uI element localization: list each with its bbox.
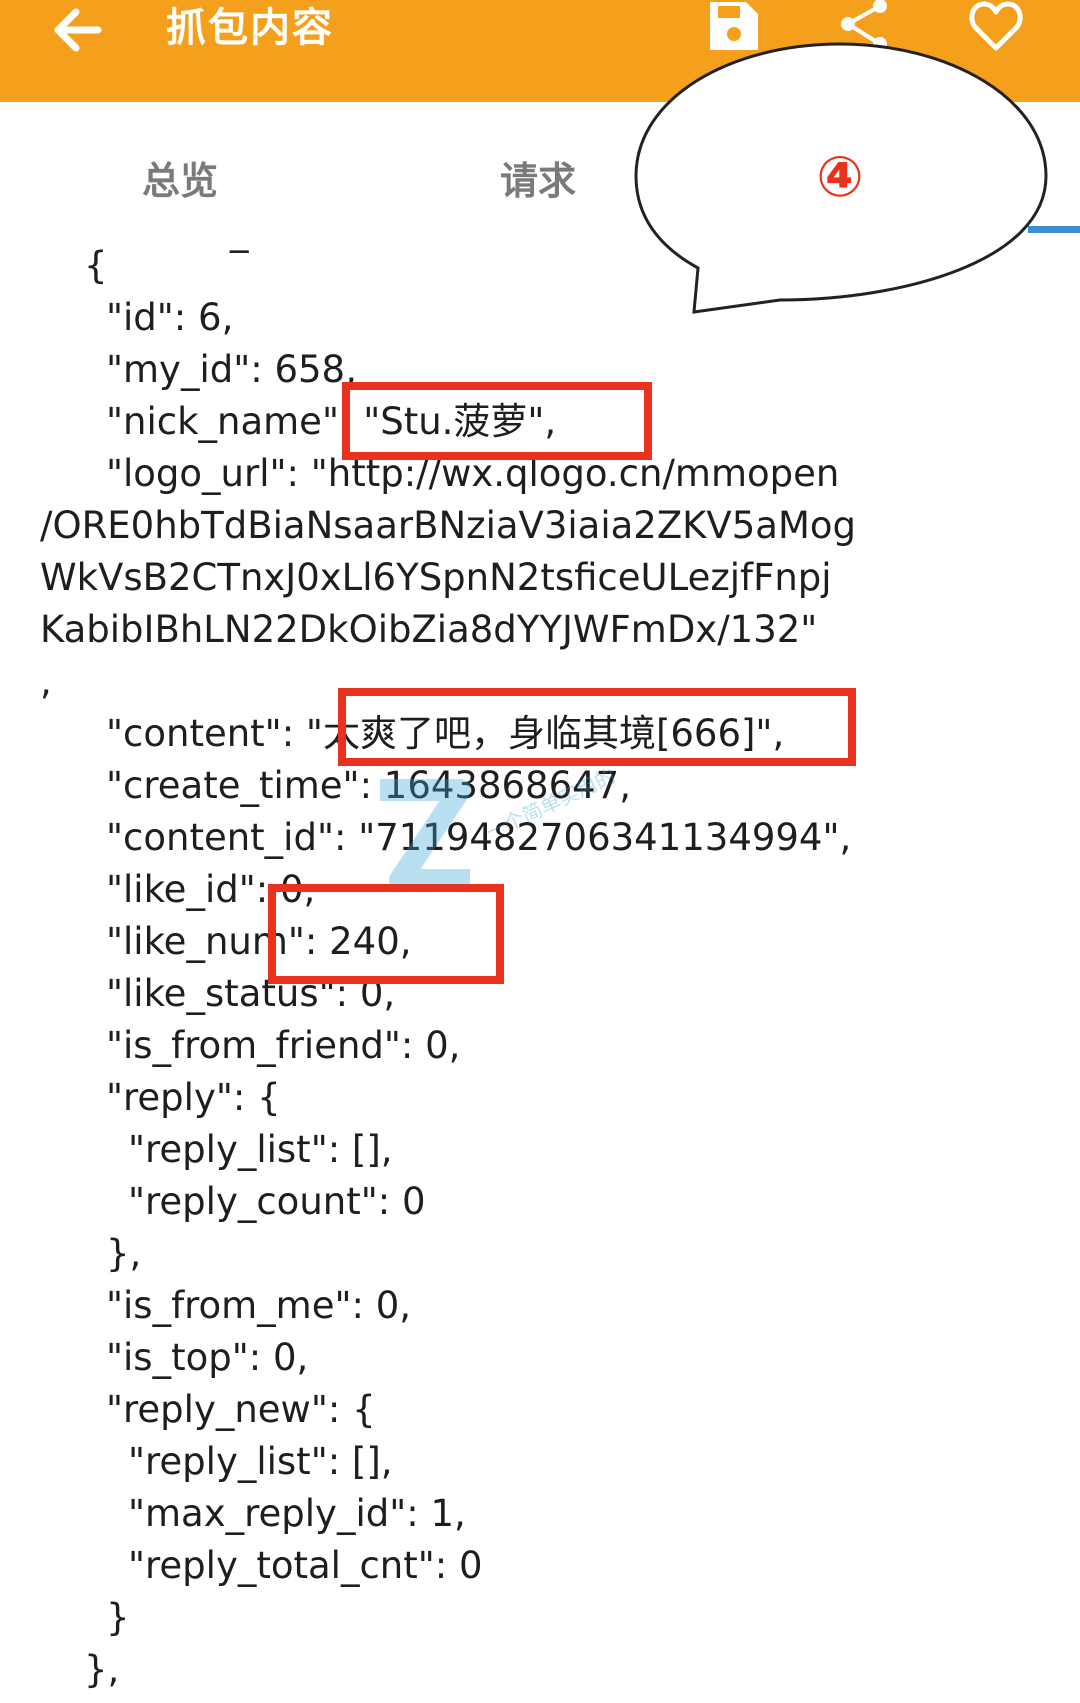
code-line: "reply_count": 0 xyxy=(128,1180,426,1223)
code-line: "reply_list": [], xyxy=(128,1440,393,1483)
code-line: KabibIBhLN22DkOibZia8dYYJWFmDx/132" xyxy=(40,608,818,651)
code-line: { xyxy=(84,244,108,287)
back-arrow-icon[interactable] xyxy=(48,2,108,62)
code-line: _ xyxy=(230,210,249,253)
save-icon[interactable] xyxy=(704,0,760,56)
code-line: , xyxy=(40,660,52,703)
code-line: "my_id": 658, xyxy=(106,348,357,391)
code-line: }, xyxy=(84,1648,120,1691)
code-line: "reply_total_cnt": 0 xyxy=(128,1544,483,1587)
code-line: "max_reply_id": 1, xyxy=(128,1492,466,1535)
app-bar: 抓包内容 xyxy=(0,0,1080,102)
code-line: "reply": { xyxy=(106,1076,281,1119)
code-line: "id": 6, xyxy=(106,296,234,339)
highlight-box-like-num xyxy=(268,884,504,984)
share-icon[interactable] xyxy=(836,0,892,56)
code-line: "reply_new": { xyxy=(106,1388,376,1431)
tab-bar: 总览 请求 xyxy=(0,102,1080,222)
code-line: } xyxy=(106,1596,130,1639)
code-line: "is_from_friend": 0, xyxy=(106,1024,461,1067)
code-line: /ORE0hbTdBiaNsaarBNziaV3iaia2ZKV5aMog xyxy=(40,504,857,547)
watermark-text: 一个简单实用的 xyxy=(482,764,619,845)
tab-request[interactable]: 请求 xyxy=(500,150,576,205)
code-line: WkVsB2CTnxJ0xLl6YSpnN2tsficeULezjfFnpj xyxy=(40,556,832,599)
page-title: 抓包内容 xyxy=(166,5,334,51)
code-line: "reply_list": [], xyxy=(128,1128,393,1171)
code-line: }, xyxy=(106,1232,142,1275)
code-line: "is_from_me": 0, xyxy=(106,1284,412,1327)
tab-indicator xyxy=(1028,226,1080,233)
tab-overview[interactable]: 总览 xyxy=(142,150,218,205)
code-line: "is_top": 0, xyxy=(106,1336,309,1379)
highlight-box-content xyxy=(338,688,856,766)
heart-icon[interactable] xyxy=(968,0,1024,56)
highlight-box-nick-name xyxy=(342,382,652,460)
